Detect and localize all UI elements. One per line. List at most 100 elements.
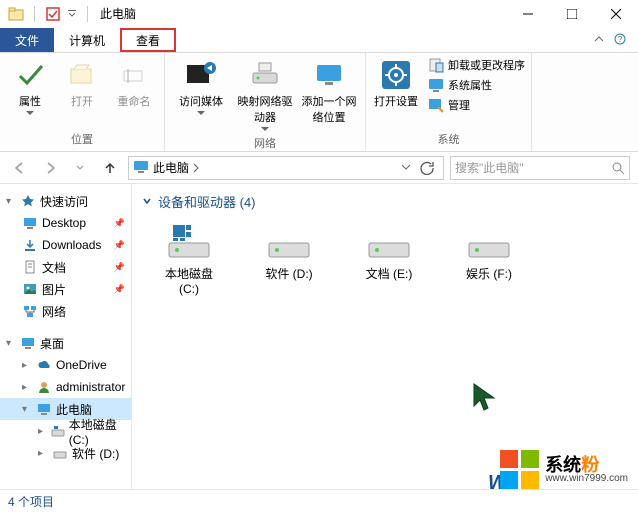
tab-computer[interactable]: 计算机 [54, 28, 120, 52]
breadcrumb-segment[interactable]: 此电脑 [153, 159, 199, 176]
sidebar-item-pictures[interactable]: 图片📌 [0, 278, 131, 300]
tiles-icon [500, 450, 539, 489]
label: 设备和驱动器 (4) [158, 192, 256, 211]
manage-link[interactable]: 管理 [428, 97, 525, 113]
recent-dropdown-icon[interactable] [68, 156, 92, 180]
monitor-icon [313, 59, 345, 91]
label: 软件 (D:) [72, 445, 119, 462]
chevron-down-icon [261, 127, 269, 131]
sidebar-item-documents[interactable]: 文档📌 [0, 256, 131, 278]
label: 本地磁盘 (C:) [154, 265, 224, 296]
system-options: 卸载或更改程序 系统属性 管理 [424, 57, 525, 113]
content-pane[interactable]: 设备和驱动器 (4) 本地磁盘 (C:) 软件 (D:) 文档 (E:) 娱乐 … [132, 184, 638, 489]
drive-icon [52, 445, 68, 461]
separator-icon [87, 6, 88, 22]
close-button[interactable] [594, 0, 638, 28]
help-icon[interactable]: ? [614, 33, 626, 48]
access-media-button[interactable]: 访问媒体 [171, 57, 231, 117]
body: ▾ 快速访问 Desktop📌 Downloads 📌 文档📌 图片📌 网络 ▾ … [0, 184, 638, 489]
ribbon: 属性 打开 重命名 位置 访问媒体 映射网络驱动器 [0, 52, 638, 152]
window-title: 此电脑 [100, 5, 136, 22]
up-button[interactable] [98, 156, 122, 180]
label: 添加一个网络位置 [301, 93, 357, 125]
system-properties-link[interactable]: 系统属性 [428, 77, 525, 93]
label: 本地磁盘 (C:) [69, 416, 131, 447]
separator-icon [34, 6, 35, 22]
expand-icon[interactable]: ▸ [38, 426, 47, 437]
search-box[interactable] [450, 156, 630, 180]
expand-icon[interactable]: ▸ [22, 382, 32, 393]
drive-item[interactable]: 娱乐 (F:) [454, 221, 524, 296]
drive-icon [465, 221, 513, 261]
group-header-drives[interactable]: 设备和驱动器 (4) [142, 192, 628, 211]
label: 卸载或更改程序 [448, 57, 525, 73]
svg-text:?: ? [618, 35, 623, 44]
cursor-icon [472, 382, 498, 412]
collapse-icon[interactable]: ▾ [6, 338, 16, 349]
window-controls [506, 0, 638, 28]
forward-button[interactable] [38, 156, 62, 180]
uninstall-link[interactable]: 卸载或更改程序 [428, 57, 525, 73]
expand-icon[interactable]: ▸ [22, 360, 32, 371]
tab-view[interactable]: 查看 [120, 28, 176, 52]
chevron-down-icon [26, 111, 34, 115]
refresh-button[interactable] [415, 161, 439, 175]
sidebar-item-desktop[interactable]: Desktop📌 [0, 212, 131, 234]
ribbon-tabs: 文件 计算机 查看 ? [0, 28, 638, 52]
sidebar-item-quick-access[interactable]: ▾ 快速访问 [0, 190, 131, 212]
open-settings-button[interactable]: 打开设置 [372, 57, 420, 111]
settings-icon [380, 59, 412, 91]
picture-icon [22, 281, 38, 297]
chevron-right-icon [193, 163, 199, 173]
add-location-button[interactable]: 添加一个网络位置 [299, 57, 359, 127]
label: administrator [56, 380, 125, 394]
network-icon [22, 303, 38, 319]
label: 图片 [42, 281, 66, 298]
maximize-button[interactable] [550, 0, 594, 28]
collapse-icon[interactable]: ▾ [6, 196, 16, 207]
properties-icon[interactable] [45, 6, 61, 22]
title-bar: 此电脑 [0, 0, 638, 28]
folder-icon [8, 6, 24, 22]
sidebar-item-network[interactable]: 网络 [0, 300, 131, 322]
navigation-pane: ▾ 快速访问 Desktop📌 Downloads 📌 文档📌 图片📌 网络 ▾ … [0, 184, 132, 489]
collapse-icon[interactable] [142, 194, 152, 209]
sidebar-item-onedrive[interactable]: ▸ OneDrive [0, 354, 131, 376]
sidebar-item-drive-c[interactable]: ▸本地磁盘 (C:) [0, 420, 131, 442]
brand-accent: 粉 [581, 455, 599, 475]
user-icon [36, 379, 52, 395]
label: Desktop [42, 216, 86, 230]
label: 打开设置 [374, 93, 418, 109]
ribbon-group-system: 打开设置 卸载或更改程序 系统属性 管理 系统 [366, 53, 532, 151]
label: 文档 [42, 259, 66, 276]
brand-text: 系统 [545, 455, 581, 475]
search-icon[interactable] [610, 161, 625, 175]
label: 娱乐 (F:) [466, 265, 512, 282]
map-drive-button[interactable]: 映射网络驱动器 [235, 57, 295, 133]
tab-file[interactable]: 文件 [0, 28, 54, 52]
sidebar-item-user[interactable]: ▸ administrator [0, 376, 131, 398]
chevron-up-icon[interactable] [594, 33, 604, 47]
qat-dropdown-icon[interactable] [67, 9, 77, 19]
search-input[interactable] [455, 161, 610, 175]
sidebar-item-drive-d[interactable]: ▸ 软件 (D:) [0, 442, 131, 464]
label: 文档 (E:) [366, 265, 413, 282]
label: Downloads [42, 238, 101, 252]
label: OneDrive [56, 358, 107, 372]
navigation-bar: 此电脑 [0, 152, 638, 184]
drive-item[interactable]: 文档 (E:) [354, 221, 424, 296]
sidebar-item-desktop-cn[interactable]: ▾ 桌面 [0, 332, 131, 354]
sidebar-item-downloads[interactable]: Downloads 📌 [0, 234, 131, 256]
label: 软件 (D:) [265, 265, 312, 282]
address-dropdown-icon[interactable] [401, 161, 411, 175]
back-button[interactable] [8, 156, 32, 180]
expand-icon[interactable]: ▸ [38, 448, 48, 459]
drive-item[interactable]: 本地磁盘 (C:) [154, 221, 224, 296]
pin-icon: 📌 [114, 240, 125, 251]
collapse-icon[interactable]: ▾ [22, 404, 32, 415]
drive-item[interactable]: 软件 (D:) [254, 221, 324, 296]
properties-button[interactable]: 属性 [6, 57, 54, 117]
address-bar[interactable]: 此电脑 [128, 156, 444, 180]
minimize-button[interactable] [506, 0, 550, 28]
label: 访问媒体 [179, 93, 223, 109]
